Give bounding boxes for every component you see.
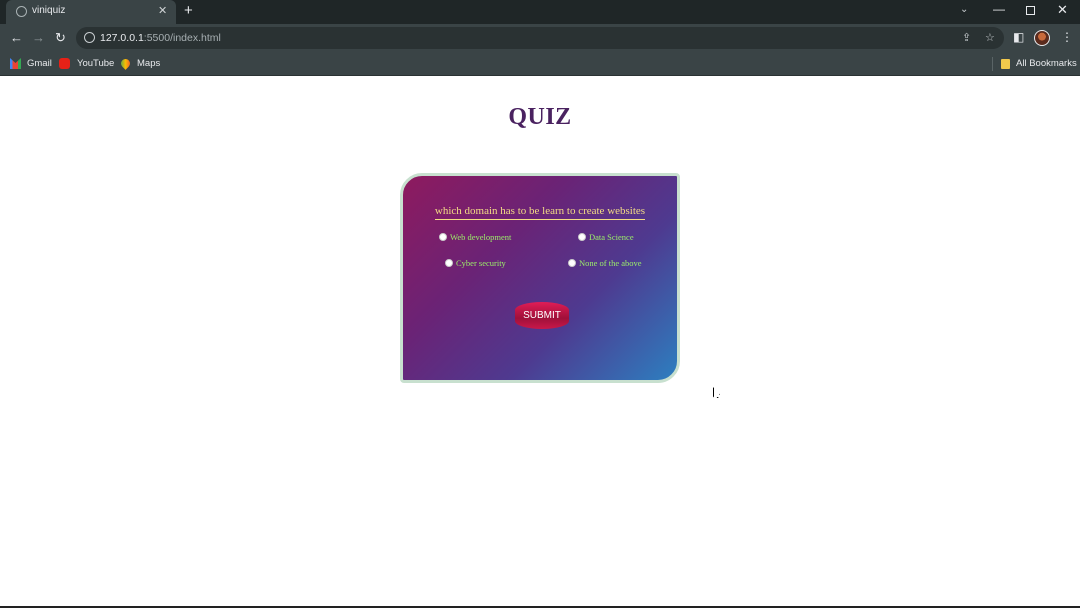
tab-close-button[interactable]: ✕ [158,4,167,18]
bookmarks-bar: Gmail YouTube Maps All Bookmarks [0,52,1080,76]
globe-icon [16,6,27,17]
bookmark-youtube[interactable]: YouTube [77,58,114,69]
folder-icon [1001,59,1010,69]
minimize-icon[interactable]: — [993,2,1005,16]
radio-button[interactable] [439,233,447,241]
youtube-icon [59,58,70,69]
bookmarks-divider [992,57,993,71]
radio-button[interactable] [445,259,453,267]
address-bar[interactable]: 127.0.0.1:5500/index.html ⇪ ☆ [76,27,1004,49]
forward-icon[interactable]: → [32,30,45,46]
gmail-icon [10,58,21,69]
page-title: QUIZ [508,104,572,130]
option-none-of-the-above[interactable]: None of the above [568,258,642,268]
reload-icon[interactable]: ↻ [55,30,66,46]
maps-icon [119,57,132,70]
avatar[interactable] [1034,30,1050,46]
menu-icon[interactable]: ⋮ [1061,30,1073,44]
all-bookmarks[interactable]: All Bookmarks [1016,58,1077,69]
site-info-icon[interactable] [84,32,95,43]
side-panel-icon[interactable]: ◧ [1013,30,1024,44]
radio-button[interactable] [578,233,586,241]
quiz-card: which domain has to be learn to create w… [400,173,680,383]
window-close-icon[interactable]: ✕ [1057,2,1068,18]
share-icon[interactable]: ⇪ [962,31,971,44]
option-data-science[interactable]: Data Science [578,232,634,242]
new-tab-button[interactable]: + [184,2,193,20]
tab-title: viniquiz [32,5,66,16]
option-web-development[interactable]: Web development [439,232,511,242]
back-icon[interactable]: ← [10,30,23,46]
question-text: which domain has to be learn to create w… [403,205,677,220]
tab-bar: viniquiz ✕ + ⌄ — ✕ [0,0,1080,24]
browser-tab[interactable]: viniquiz ✕ [6,0,176,24]
url-text[interactable]: 127.0.0.1:5500/index.html [100,32,221,44]
bookmark-gmail[interactable]: Gmail [27,58,52,69]
radio-button[interactable] [568,259,576,267]
option-cyber-security[interactable]: Cyber security [445,258,506,268]
restore-icon[interactable] [1026,6,1035,15]
tab-search-icon[interactable]: ⌄ [960,4,968,15]
browser-toolbar: ← → ↻ 127.0.0.1:5500/index.html ⇪ ☆ ◧ ⋮ [0,24,1080,52]
star-icon[interactable]: ☆ [985,31,995,44]
bookmark-maps[interactable]: Maps [137,58,160,69]
submit-button[interactable]: SUBMIT [515,302,569,329]
